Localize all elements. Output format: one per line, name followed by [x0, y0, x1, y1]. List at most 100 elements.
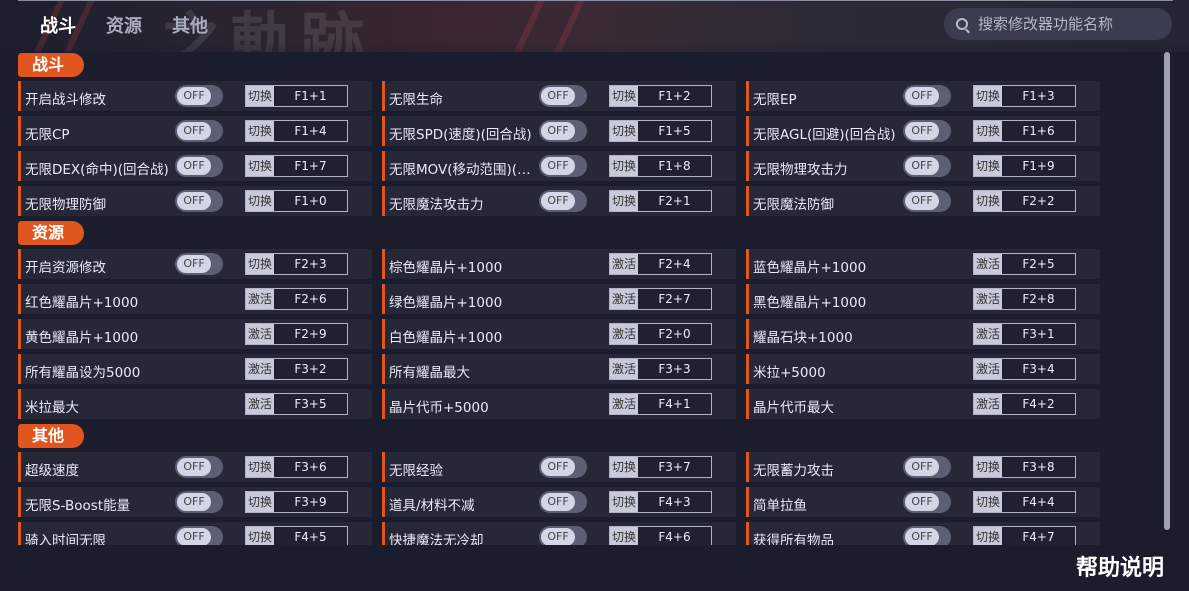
cheat-label: 晶片代币+5000 [389, 400, 489, 416]
hotkey-button[interactable]: 切换 F1+0 [245, 190, 348, 212]
cheat-toggle[interactable]: OFF [175, 253, 223, 275]
tab-battle[interactable]: 战斗 [40, 12, 106, 38]
cheat-toggle[interactable]: OFF [903, 526, 951, 545]
hotkey-combo: F2+4 [658, 257, 691, 271]
scrollbar-thumb[interactable] [1164, 52, 1170, 530]
cheat-row: 获得所有物品 OFF 切换 F4+7 [746, 522, 1100, 545]
hotkey-action-label: 切换 [974, 457, 1002, 477]
hotkey-action-label: 切换 [246, 191, 274, 211]
hotkey-button[interactable]: 切换 F3+8 [973, 456, 1076, 478]
cheat-toggle[interactable]: OFF [903, 190, 951, 212]
hotkey-action-label: 切换 [610, 156, 638, 176]
cheat-toggle[interactable]: OFF [175, 190, 223, 212]
cheat-toggle[interactable]: OFF [539, 155, 587, 177]
cheat-row: 开启资源修改 OFF 切换 F2+3 [18, 249, 372, 279]
cheat-toggle[interactable]: OFF [175, 526, 223, 545]
cheat-toggle[interactable]: OFF [175, 491, 223, 513]
cheat-label: 简单拉鱼 [753, 498, 807, 514]
tab-resources[interactable]: 资源 [106, 12, 172, 38]
hotkey-combo: F4+3 [658, 495, 691, 509]
section-header: 资源 [18, 221, 84, 245]
hotkey-button[interactable]: 切换 F1+2 [609, 85, 712, 107]
cheat-row: 无限CP OFF 切换 F1+4 [18, 116, 372, 146]
cheat-toggle[interactable]: OFF [539, 526, 587, 545]
hotkey-button[interactable]: 切换 F4+3 [609, 491, 712, 513]
hotkey-button[interactable]: 切换 F1+4 [245, 120, 348, 142]
cheat-row: 无限EP OFF 切换 F1+3 [746, 81, 1100, 111]
hotkey-action-label: 切换 [974, 86, 1002, 106]
hotkey-button[interactable]: 激活 F3+4 [973, 358, 1076, 380]
hotkey-action-label: 切换 [610, 86, 638, 106]
cheat-label: 无限生命 [389, 92, 443, 108]
toggle-state-label: OFF [177, 458, 211, 476]
cheat-toggle[interactable]: OFF [903, 491, 951, 513]
hotkey-button[interactable]: 切换 F3+6 [245, 456, 348, 478]
hotkey-button[interactable]: 切换 F1+5 [609, 120, 712, 142]
hotkey-button[interactable]: 激活 F2+5 [973, 253, 1076, 275]
hotkey-button[interactable]: 激活 F4+1 [609, 393, 712, 415]
cheat-row: 无限经验 OFF 切换 F3+7 [382, 452, 736, 482]
hotkey-button[interactable]: 切换 F4+7 [973, 526, 1076, 545]
hotkey-button[interactable]: 切换 F4+4 [973, 491, 1076, 513]
cheat-label: 所有耀晶最大 [389, 365, 470, 381]
hotkey-button[interactable]: 激活 F2+9 [245, 323, 348, 345]
cheat-toggle[interactable]: OFF [539, 456, 587, 478]
cheat-toggle[interactable]: OFF [175, 456, 223, 478]
cheat-label: 无限CP [25, 127, 70, 143]
hotkey-button[interactable]: 激活 F2+0 [609, 323, 712, 345]
hotkey-button[interactable]: 切换 F1+6 [973, 120, 1076, 142]
cheat-row: 所有耀晶设为5000 激活 F3+2 [18, 354, 372, 384]
cheat-row: 红色耀晶片+1000 激活 F2+6 [18, 284, 372, 314]
hotkey-action-label: 切换 [246, 492, 274, 512]
hotkey-action-label: 激活 [610, 394, 638, 414]
toggle-state-label: OFF [177, 528, 211, 545]
hotkey-action-label: 切换 [246, 527, 274, 545]
hotkey-button[interactable]: 切换 F3+9 [245, 491, 348, 513]
hotkey-button[interactable]: 切换 F2+1 [609, 190, 712, 212]
hotkey-button[interactable]: 激活 F4+2 [973, 393, 1076, 415]
cheat-label: 蓝色耀晶片+1000 [753, 260, 867, 276]
help-button[interactable]: 帮助说明 [1076, 550, 1164, 582]
search-box[interactable] [944, 8, 1172, 40]
hotkey-button[interactable]: 激活 F2+8 [973, 288, 1076, 310]
tab-other[interactable]: 其他 [172, 12, 238, 38]
hotkey-button[interactable]: 激活 F3+1 [973, 323, 1076, 345]
hotkey-button[interactable]: 激活 F3+3 [609, 358, 712, 380]
search-input[interactable] [976, 14, 1170, 34]
hotkey-button[interactable]: 切换 F1+8 [609, 155, 712, 177]
hotkey-action-label: 激活 [610, 254, 638, 274]
cheat-toggle[interactable]: OFF [539, 120, 587, 142]
cheat-toggle[interactable]: OFF [903, 85, 951, 107]
hotkey-button[interactable]: 切换 F4+6 [609, 526, 712, 545]
cheat-toggle[interactable]: OFF [175, 120, 223, 142]
cheat-row: 开启战斗修改 OFF 切换 F1+1 [18, 81, 372, 111]
hotkey-button[interactable]: 切换 F2+2 [973, 190, 1076, 212]
hotkey-button[interactable]: 激活 F2+7 [609, 288, 712, 310]
cheat-row: 无限AGL(回避)(回合战) OFF 切换 F1+6 [746, 116, 1100, 146]
hotkey-button[interactable]: 切换 F1+7 [245, 155, 348, 177]
hotkey-button[interactable]: 激活 F2+6 [245, 288, 348, 310]
cheat-toggle[interactable]: OFF [903, 155, 951, 177]
hotkey-button[interactable]: 切换 F4+5 [245, 526, 348, 545]
hotkey-button[interactable]: 切换 F1+1 [245, 85, 348, 107]
cheat-toggle[interactable]: OFF [539, 85, 587, 107]
hotkey-button[interactable]: 切换 F1+3 [973, 85, 1076, 107]
cheat-toggle[interactable]: OFF [175, 85, 223, 107]
cheat-toggle[interactable]: OFF [903, 456, 951, 478]
hotkey-button[interactable]: 激活 F2+4 [609, 253, 712, 275]
hotkey-action-label: 切换 [246, 121, 274, 141]
hotkey-button[interactable]: 切换 F1+9 [973, 155, 1076, 177]
toggle-state-label: OFF [177, 157, 211, 175]
cheat-toggle[interactable]: OFF [539, 190, 587, 212]
cheat-toggle[interactable]: OFF [539, 491, 587, 513]
hotkey-combo: F2+8 [1022, 292, 1055, 306]
cheat-toggle[interactable]: OFF [903, 120, 951, 142]
cheat-toggle[interactable]: OFF [175, 155, 223, 177]
vertical-scrollbar[interactable] [1164, 52, 1170, 530]
cheat-row: 耀晶石块+1000 激活 F3+1 [746, 319, 1100, 349]
hotkey-button[interactable]: 切换 F3+7 [609, 456, 712, 478]
hotkey-button[interactable]: 激活 F3+2 [245, 358, 348, 380]
cheat-label: 无限魔法攻击力 [389, 197, 484, 213]
hotkey-button[interactable]: 切换 F2+3 [245, 253, 348, 275]
hotkey-button[interactable]: 激活 F3+5 [245, 393, 348, 415]
